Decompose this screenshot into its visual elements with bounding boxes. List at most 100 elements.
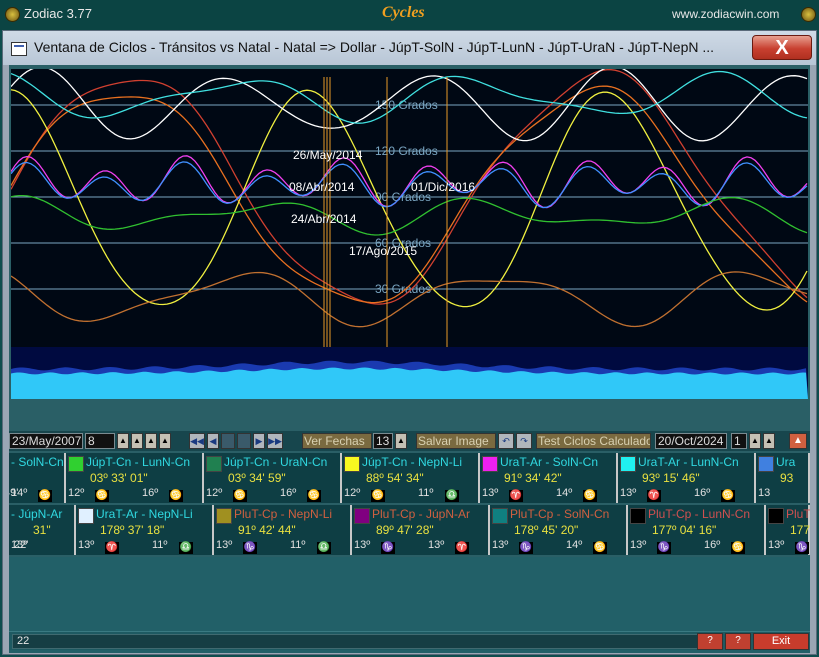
home-icon[interactable]: ▲	[789, 433, 807, 449]
aspect-color-swatch[interactable]	[206, 456, 222, 472]
zodiac-sign-icon: ♑	[519, 542, 533, 554]
position-b: 11º	[152, 539, 168, 551]
aspect-angle: 31"	[33, 523, 51, 537]
position-b: 16º	[280, 487, 297, 499]
ver-fechas-button[interactable]: Ver Fechas	[302, 433, 372, 449]
zodiac-sign-icon: ♑	[657, 542, 671, 554]
zodiac-sign-icon: ♎	[445, 490, 459, 502]
aspect-color-swatch[interactable]	[630, 508, 646, 524]
help-button-2[interactable]: ?	[725, 633, 751, 650]
zodiac-sign-icon: ♑	[243, 542, 257, 554]
aspect-cell[interactable]: PluT-Cp - JúpN-Ar 89º 47' 28" 13º ♑ 13º ♈	[352, 505, 490, 555]
aspect-cell[interactable]: PluT-Cp - NepN-Li 91º 42' 44" 13º ♑ 11º ♎	[214, 505, 352, 555]
step-forward-icon[interactable]: ▶	[253, 433, 265, 449]
help-button[interactable]: ?	[697, 633, 723, 650]
spin-up-down-icon[interactable]: ▲	[145, 433, 157, 449]
aspect-name: JúpT-Cn - NepN-Li	[362, 455, 463, 469]
aspect-cell[interactable]: PluT 177 13º ♑	[766, 505, 810, 555]
aspect-cell[interactable]: JúpT-Cn - UraN-Cn 03º 34' 59" 12º ♋ 16º ♋	[204, 453, 342, 503]
position-a: 13º	[78, 539, 95, 551]
aspect-angle: 89º 47' 28"	[376, 523, 434, 537]
window-client: 180 Grados150 Grados120 Grados90 Grados6…	[9, 65, 810, 653]
aspect-name: PluT-Cp - JúpN-Ar	[372, 507, 471, 521]
zodiac-sign-icon: ♋	[38, 490, 52, 502]
zodiac-sign-icon: ♋	[583, 490, 597, 502]
app-url[interactable]: www.zodiacwin.com	[672, 7, 779, 21]
spin-up-down-icon[interactable]: ▲	[131, 433, 143, 449]
zodiac-sign-icon: ♎	[317, 542, 331, 554]
aspect-color-swatch[interactable]	[758, 456, 774, 472]
spin-up-down-icon[interactable]: ▲	[159, 433, 171, 449]
app-center-title: Cycles	[382, 4, 425, 21]
aspect-angle: 178º 45' 20"	[514, 523, 579, 537]
rewind-icon[interactable]: ◀◀	[189, 433, 205, 449]
zodiac-sign-icon: ♈	[105, 542, 119, 554]
close-button[interactable]: X	[752, 35, 812, 60]
fast-forward-icon[interactable]: ▶▶	[267, 433, 283, 449]
zodiac-sign-icon: ♈	[509, 490, 523, 502]
spin-up-down-icon[interactable]: ▲	[749, 433, 761, 449]
y-tick-label: 120 Grados	[375, 144, 438, 158]
aspect-color-swatch[interactable]	[620, 456, 636, 472]
aspect-angle: 177	[790, 523, 810, 537]
spin-up-down-icon[interactable]: ▲	[117, 433, 129, 449]
aspect-name: PluT-Cp - LunN-Cn	[648, 507, 751, 521]
app-title: Zodiac 3.77	[24, 6, 92, 21]
aspect-cell[interactable]: PluT-Cp - LunN-Cn 177º 04' 16" 13º ♑ 16º ♋	[628, 505, 766, 555]
salvar-image-button[interactable]: Salvar Image	[416, 433, 496, 449]
aspect-color-swatch[interactable]	[68, 456, 84, 472]
end-date-field[interactable]: 20/Oct/2024	[655, 433, 727, 449]
aspect-angle: 03º 33' 01"	[90, 471, 148, 485]
aspect-angle: 93	[780, 471, 794, 485]
position-slider[interactable]	[221, 433, 235, 449]
undo-icon[interactable]: ↶	[498, 433, 514, 449]
start-date-field[interactable]: 23/May/2007	[9, 433, 83, 449]
aspect-cell[interactable]: Ura 93 13	[756, 453, 810, 503]
date-marker-label: 08/Abr/2014	[289, 180, 355, 194]
aspect-color-swatch[interactable]	[78, 508, 94, 524]
position-slider-handle[interactable]	[237, 433, 251, 449]
position-a: 13º	[216, 539, 233, 551]
position-a: 13º	[630, 539, 647, 551]
test-ciclos-button[interactable]: Test Ciclos Calculado	[536, 433, 651, 449]
aspect-cell[interactable]: JúpT-Cn - LunN-Cn 03º 33' 01" 12º ♋ 16º ♋	[66, 453, 204, 503]
aspect-cell[interactable]: UraT-Ar - NepN-Li 178º 37' 18" 13º ♈ 11º ♎	[76, 505, 214, 555]
aspect-color-swatch[interactable]	[216, 508, 232, 524]
position-b: 11º	[418, 487, 434, 499]
position-a: 13º	[492, 539, 509, 551]
aspect-color-swatch[interactable]	[344, 456, 360, 472]
aspect-cell[interactable]: - JúpN-Ar 31" 13º 22'	[9, 505, 76, 555]
aspect-angle: 91º 42' 44"	[238, 523, 296, 537]
date-marker-label: 01/Dic/2016	[411, 180, 475, 194]
aspect-angle: 91º 34' 42"	[504, 471, 562, 485]
position-a: 12º	[206, 487, 223, 499]
fechas-count-field[interactable]: 13	[373, 433, 393, 449]
spin-up-down-icon[interactable]: ▲	[395, 433, 407, 449]
aspect-cell[interactable]: PluT-Cp - SolN-Cn 178º 45' 20" 13º ♑ 14º ♋	[490, 505, 628, 555]
date-marker-label: 24/Abr/2014	[291, 212, 357, 226]
aspect-color-swatch[interactable]	[354, 508, 370, 524]
spin-up-down-icon[interactable]: ▲	[763, 433, 775, 449]
zodiac-sign-icon: ♎	[179, 542, 193, 554]
aspect-cell[interactable]: UraT-Ar - SolN-Cn 91º 34' 42" 13º ♈ 14º ♋	[480, 453, 618, 503]
zodiac-sign-icon: ♈	[455, 542, 469, 554]
aspect-color-swatch[interactable]	[482, 456, 498, 472]
step-field[interactable]: 8	[85, 433, 115, 449]
redo-icon[interactable]: ↷	[516, 433, 532, 449]
zodiac-sign-icon: ♋	[731, 542, 745, 554]
exit-button[interactable]: Exit	[753, 633, 809, 650]
step-back-icon[interactable]: ◀	[207, 433, 219, 449]
status-text: 22	[12, 634, 698, 649]
cycles-chart[interactable]: 180 Grados150 Grados120 Grados90 Grados6…	[11, 69, 808, 427]
aspect-color-swatch[interactable]	[492, 508, 508, 524]
zodiac-sign-icon: ♋	[371, 490, 385, 502]
zodiac-sign-icon: ♋	[169, 490, 183, 502]
aspect-cell[interactable]: JúpT-Cn - NepN-Li 88º 54' 34" 12º ♋ 11º ♎	[342, 453, 480, 503]
aspect-name: Ura	[776, 455, 796, 469]
aspect-color-swatch[interactable]	[768, 508, 784, 524]
zodiac-sign-icon: ♈	[647, 490, 661, 502]
aspect-cell[interactable]: - SolN-Cn14º♋49'	[9, 453, 66, 503]
aspect-name: PluT	[786, 507, 810, 521]
aspect-cell[interactable]: UraT-Ar - LunN-Cn 93º 15' 46" 13º ♈ 16º ♋	[618, 453, 756, 503]
end-count-field[interactable]: 1	[731, 433, 747, 449]
